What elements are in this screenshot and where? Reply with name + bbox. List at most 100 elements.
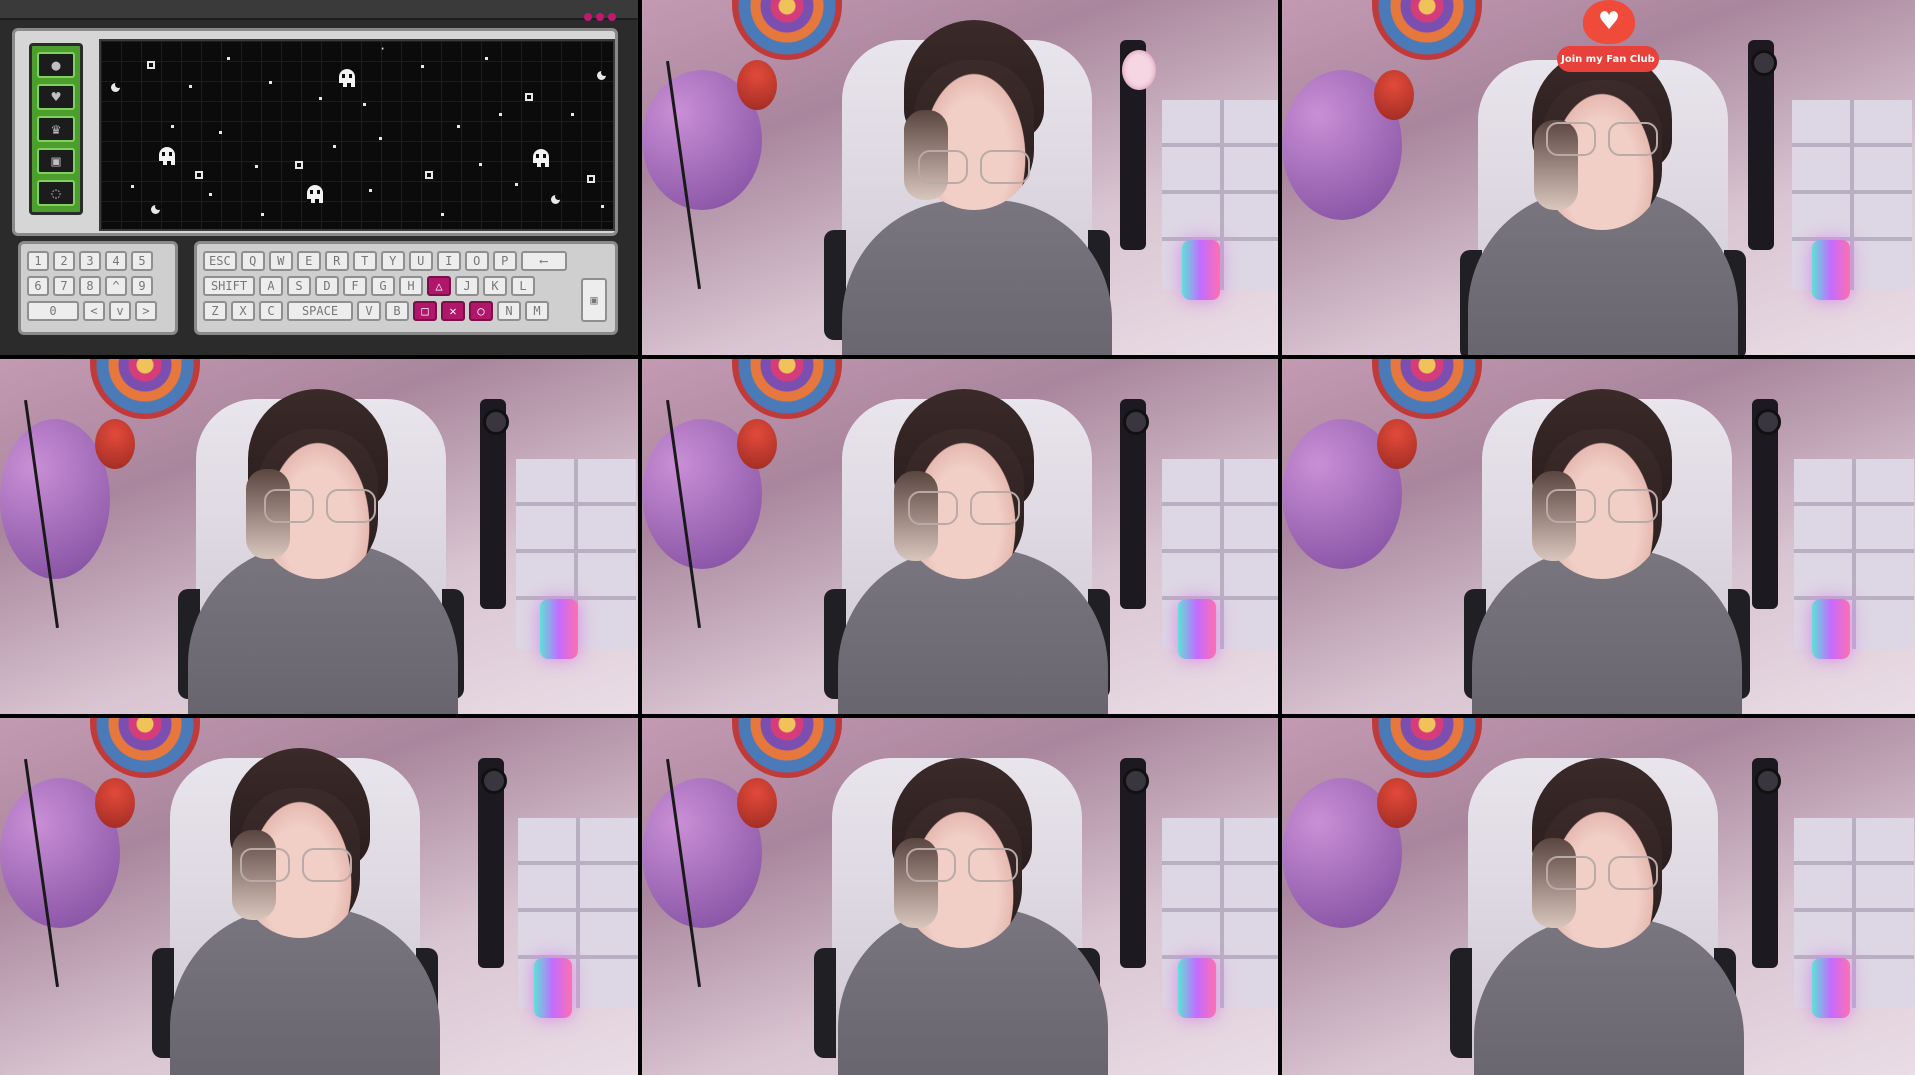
key-6[interactable]: 6	[27, 276, 49, 296]
key-square[interactable]: □	[413, 301, 437, 321]
moon-icon	[597, 69, 608, 80]
key-space[interactable]: SPACE	[287, 301, 353, 321]
fan-club-badge[interactable]: ♥ Join my Fan Club	[1553, 0, 1663, 78]
key-o[interactable]: O	[464, 251, 489, 271]
dot-star	[131, 185, 134, 188]
window-dot[interactable]	[608, 13, 616, 21]
number-keypad: 1 2 3 4 5 6 7 8 ^ 9 0 < v >	[18, 241, 178, 335]
ghost-key-icon[interactable]: ▣	[581, 278, 607, 322]
key-backspace[interactable]: ⟵	[520, 251, 567, 271]
mario-plush	[95, 419, 135, 469]
dot-star	[421, 65, 424, 68]
dot-star	[485, 57, 488, 60]
webcam-tile[interactable]	[642, 0, 1278, 355]
key-c[interactable]: C	[259, 301, 283, 321]
key-0[interactable]: 0	[27, 301, 79, 321]
key-i[interactable]: I	[436, 251, 461, 271]
key-v[interactable]: V	[357, 301, 381, 321]
key-esc[interactable]: ESC	[203, 251, 237, 271]
key-l[interactable]: L	[511, 276, 535, 296]
glasses	[1546, 122, 1658, 156]
cube-shelf	[1162, 100, 1278, 290]
moon-icon	[551, 193, 562, 204]
key-left[interactable]: <	[83, 301, 105, 321]
key-w[interactable]: W	[268, 251, 293, 271]
dot-star	[601, 205, 604, 208]
tapestry	[732, 0, 842, 60]
fan-club-label[interactable]: Join my Fan Club	[1557, 46, 1659, 72]
dot-star	[333, 145, 336, 148]
cube-shelf	[1792, 100, 1912, 290]
key-triangle[interactable]: △	[427, 276, 451, 296]
key-k[interactable]: K	[483, 276, 507, 296]
key-2[interactable]: 2	[53, 251, 75, 271]
webcam-tile[interactable]	[642, 359, 1278, 714]
key-9[interactable]: 9	[131, 276, 153, 296]
key-d[interactable]: D	[315, 276, 339, 296]
dot-star	[209, 193, 212, 196]
square-star	[525, 93, 533, 101]
window-dots	[584, 13, 616, 21]
mic	[1122, 50, 1156, 90]
key-z[interactable]: Z	[203, 301, 227, 321]
rgb-lamp	[534, 958, 572, 1018]
glasses	[1546, 489, 1658, 523]
key-f[interactable]: F	[343, 276, 367, 296]
key-4[interactable]: 4	[105, 251, 127, 271]
webcam-tile[interactable]	[642, 718, 1278, 1075]
trophy-icon[interactable]: ♛	[37, 116, 75, 142]
dot-star	[319, 97, 322, 100]
webcam-tile[interactable]	[0, 359, 638, 714]
planet-icon[interactable]: ●	[37, 52, 75, 78]
key-b[interactable]: B	[385, 301, 409, 321]
ghost-enemy	[533, 149, 549, 167]
key-7[interactable]: 7	[53, 276, 75, 296]
key-h[interactable]: H	[399, 276, 423, 296]
key-x[interactable]: X	[231, 301, 255, 321]
window-dot[interactable]	[596, 13, 604, 21]
moon-icon	[111, 81, 122, 92]
dot-star	[499, 113, 502, 116]
key-a[interactable]: A	[259, 276, 283, 296]
webcam-tile[interactable]	[1282, 359, 1915, 714]
square-star	[425, 171, 433, 179]
key-t[interactable]: T	[352, 251, 377, 271]
key-g[interactable]: G	[371, 276, 395, 296]
key-e[interactable]: E	[296, 251, 321, 271]
sparkle-star: ·	[379, 42, 387, 56]
key-right[interactable]: >	[135, 301, 157, 321]
key-8[interactable]: 8	[79, 276, 101, 296]
key-q[interactable]: Q	[240, 251, 265, 271]
mario-plush	[95, 778, 135, 828]
key-m[interactable]: M	[525, 301, 549, 321]
game-starfield[interactable]: ·	[99, 39, 615, 231]
heart-icon[interactable]: ♥	[37, 84, 75, 110]
key-circle[interactable]: ○	[469, 301, 493, 321]
key-r[interactable]: R	[324, 251, 349, 271]
webcam-tile[interactable]	[1282, 718, 1915, 1075]
key-shift[interactable]: SHIFT	[203, 276, 255, 296]
key-5[interactable]: 5	[131, 251, 153, 271]
key-y[interactable]: Y	[380, 251, 405, 271]
settings-dots-icon[interactable]: ◌	[37, 180, 75, 206]
rgb-lamp	[1812, 599, 1850, 659]
rgb-lamp	[1178, 958, 1216, 1018]
key-s[interactable]: S	[287, 276, 311, 296]
key-up[interactable]: ^	[105, 276, 127, 296]
dot-star	[441, 213, 444, 216]
window-dot[interactable]	[584, 13, 592, 21]
key-down[interactable]: v	[109, 301, 131, 321]
tapestry	[90, 359, 200, 419]
key-u[interactable]: U	[408, 251, 433, 271]
key-j[interactable]: J	[455, 276, 479, 296]
webcam-tile[interactable]	[0, 718, 638, 1075]
key-n[interactable]: N	[497, 301, 521, 321]
key-cross[interactable]: ✕	[441, 301, 465, 321]
key-3[interactable]: 3	[79, 251, 101, 271]
key-1[interactable]: 1	[27, 251, 49, 271]
ghost-icon[interactable]: ▣	[37, 148, 75, 174]
speaker	[480, 399, 509, 609]
ghost-enemy	[307, 185, 323, 203]
key-p[interactable]: P	[492, 251, 517, 271]
heart-mascot-icon: ♥	[1583, 0, 1635, 44]
